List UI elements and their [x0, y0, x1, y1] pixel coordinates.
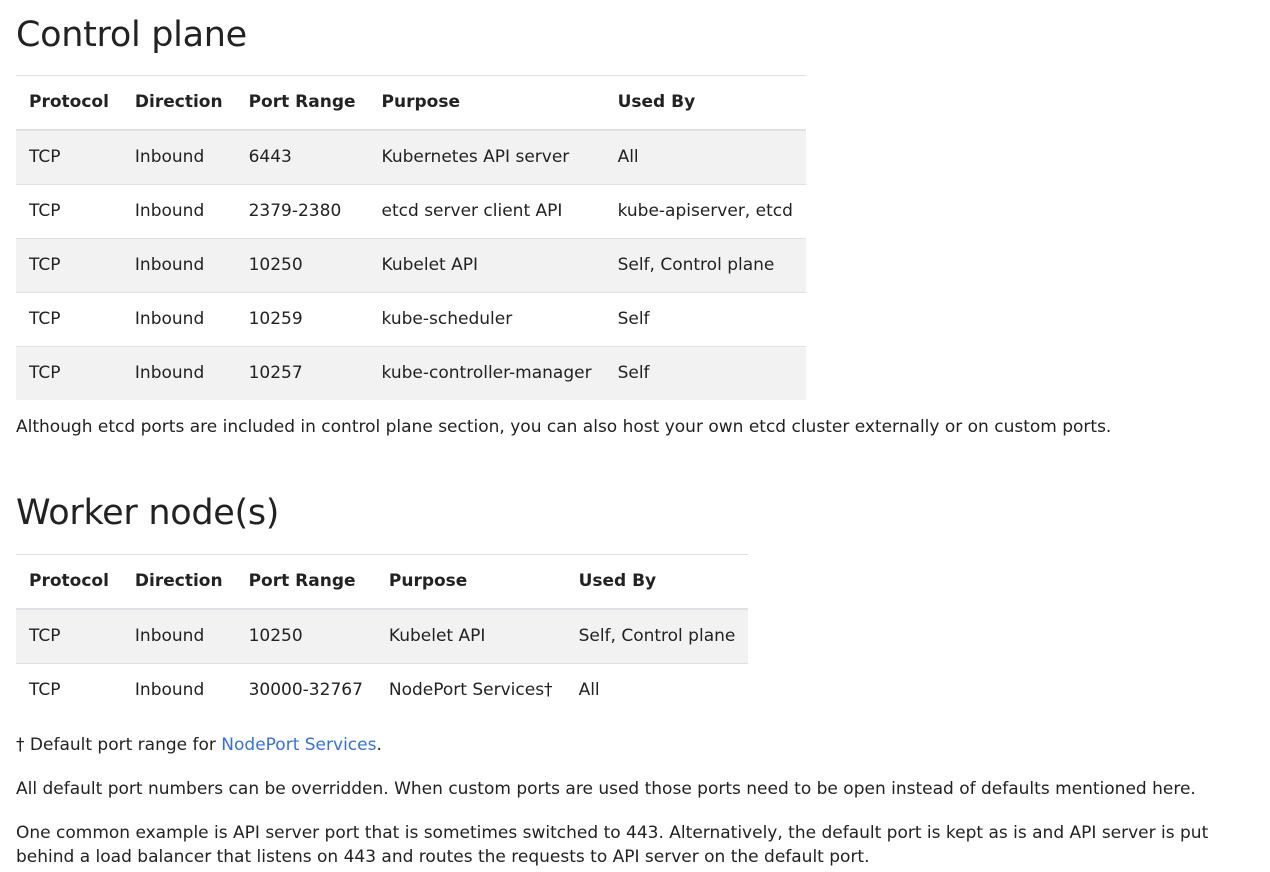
cell-protocol: TCP: [16, 292, 122, 347]
control-plane-heading: Control plane: [16, 15, 247, 55]
cell-used-by: kube-apiserver, etcd: [604, 184, 806, 239]
column-header-protocol: Protocol: [16, 554, 122, 610]
cell-protocol: TCP: [16, 608, 122, 664]
column-header-used-by: Used By: [565, 554, 749, 610]
cell-port-range: 10250: [235, 608, 376, 664]
cell-direction: Inbound: [121, 129, 236, 185]
footnote-prefix: † Default port range for: [16, 735, 222, 755]
worker-nodes-heading: Worker node(s): [16, 493, 280, 533]
column-header-used-by: Used By: [604, 75, 806, 131]
footnote-suffix: .: [376, 735, 382, 755]
cell-protocol: TCP: [16, 346, 122, 400]
cell-purpose: Kubelet API: [375, 608, 566, 664]
cell-purpose: Kubernetes API server: [368, 129, 605, 185]
cell-used-by: All: [604, 129, 806, 185]
cell-purpose: NodePort Services†: [375, 663, 566, 717]
cell-port-range: 10259: [235, 292, 369, 347]
column-header-port-range: Port Range: [235, 75, 369, 131]
cell-purpose: kube-scheduler: [368, 292, 605, 347]
cell-direction: Inbound: [121, 346, 236, 400]
column-header-protocol: Protocol: [16, 75, 122, 131]
cell-direction: Inbound: [121, 184, 236, 239]
nodeport-footnote: † Default port range for NodePort Servic…: [16, 734, 1264, 757]
example-note: One common example is API server port th…: [16, 823, 1209, 867]
worker-nodes-ports-table: Protocol Direction Port Range Purpose Us…: [16, 554, 749, 717]
cell-port-range: 10257: [235, 346, 369, 400]
table-header-row: Protocol Direction Port Range Purpose Us…: [16, 75, 806, 131]
cell-used-by: Self, Control plane: [604, 238, 806, 293]
cell-used-by: Self: [604, 346, 806, 400]
cell-port-range: 6443: [235, 129, 369, 185]
cell-port-range: 10250: [235, 238, 369, 293]
cell-direction: Inbound: [121, 238, 236, 293]
cell-direction: Inbound: [121, 663, 236, 717]
table-header-row: Protocol Direction Port Range Purpose Us…: [16, 554, 749, 610]
etcd-note: Although etcd ports are included in cont…: [16, 417, 1112, 437]
cell-protocol: TCP: [16, 238, 122, 293]
table-row: TCP Inbound 10257 kube-controller-manage…: [16, 346, 806, 400]
cell-used-by: Self, Control plane: [565, 608, 749, 664]
table-row: TCP Inbound 2379-2380 etcd server client…: [16, 184, 806, 239]
column-header-port-range: Port Range: [235, 554, 376, 610]
column-header-purpose: Purpose: [368, 75, 605, 131]
table-row: TCP Inbound 10250 Kubelet API Self, Cont…: [16, 238, 806, 293]
table-row: TCP Inbound 10259 kube-scheduler Self: [16, 292, 806, 347]
cell-purpose: kube-controller-manager: [368, 346, 605, 400]
cell-protocol: TCP: [16, 663, 122, 717]
cell-port-range: 30000-32767: [235, 663, 376, 717]
cell-protocol: TCP: [16, 129, 122, 185]
cell-purpose: Kubelet API: [368, 238, 605, 293]
override-note: All default port numbers can be overridd…: [16, 779, 1196, 799]
table-row: TCP Inbound 30000-32767 NodePort Service…: [16, 663, 749, 717]
cell-direction: Inbound: [121, 292, 236, 347]
column-header-purpose: Purpose: [375, 554, 566, 610]
cell-port-range: 2379-2380: [235, 184, 369, 239]
cell-used-by: Self: [604, 292, 806, 347]
table-row: TCP Inbound 6443 Kubernetes API server A…: [16, 129, 806, 185]
cell-direction: Inbound: [121, 608, 236, 664]
cell-purpose: etcd server client API: [368, 184, 605, 239]
table-row: TCP Inbound 10250 Kubelet API Self, Cont…: [16, 608, 749, 664]
nodeport-services-link[interactable]: NodePort Services: [221, 735, 376, 755]
control-plane-ports-table: Protocol Direction Port Range Purpose Us…: [16, 75, 806, 400]
column-header-direction: Direction: [121, 554, 236, 610]
column-header-direction: Direction: [121, 75, 236, 131]
cell-used-by: All: [565, 663, 749, 717]
cell-protocol: TCP: [16, 184, 122, 239]
